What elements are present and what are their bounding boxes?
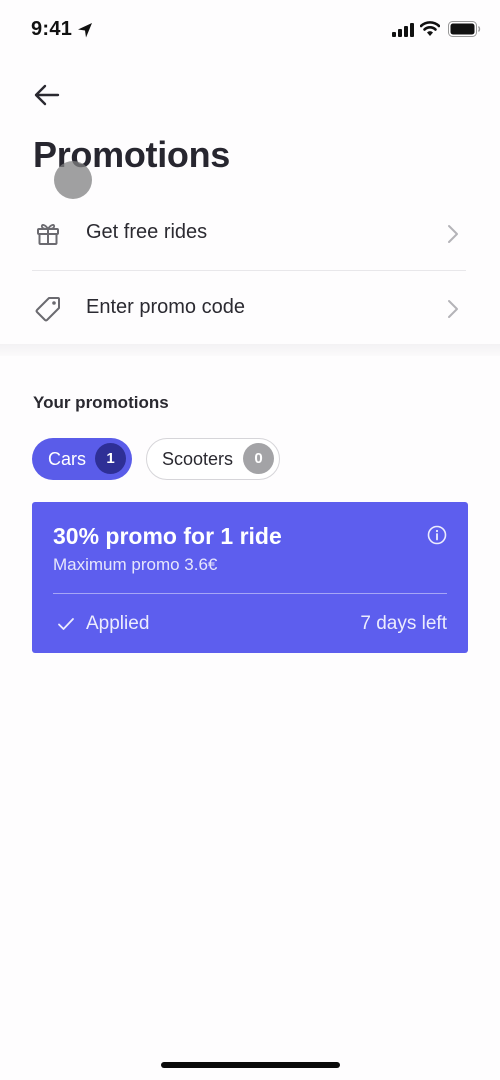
check-icon (58, 618, 74, 630)
home-indicator[interactable] (161, 1062, 340, 1068)
menu-item-get-free-rides[interactable]: Get free rides (32, 198, 466, 270)
tab-label: Cars (48, 449, 87, 469)
cellular-signal-icon (392, 23, 414, 37)
battery-icon (448, 21, 481, 37)
menu-item-label: Enter promo code (86, 296, 245, 318)
menu-item-label: Get free rides (86, 221, 208, 243)
section-title: Your promotions (33, 393, 169, 412)
promo-expiry: 7 days left (360, 613, 447, 634)
count-badge: 0 (243, 443, 274, 474)
menu-item-enter-promo-code[interactable]: Enter promo code (32, 273, 466, 345)
tab-label: Scooters (162, 449, 234, 469)
tab-scooters[interactable]: Scooters 0 (146, 438, 280, 480)
gift-icon (37, 224, 59, 245)
section-separator (0, 344, 500, 356)
chevron-right-icon (448, 225, 458, 243)
tab-cars[interactable]: Cars 1 (32, 438, 132, 480)
arrow-left-icon (34, 84, 60, 106)
status-time: 9:41 (31, 18, 73, 40)
back-button[interactable] (30, 80, 64, 110)
chevron-right-icon (448, 300, 458, 318)
wifi-icon (420, 21, 440, 36)
promo-card[interactable]: 30% promo for 1 ride Maximum promo 3.6€ … (32, 502, 468, 653)
count-badge: 1 (95, 443, 126, 474)
promo-status: Applied (86, 613, 150, 634)
touch-indicator (54, 161, 92, 199)
promo-subtitle: Maximum promo 3.6€ (53, 555, 218, 574)
tag-icon (35, 297, 60, 322)
divider (32, 270, 466, 271)
promo-divider (53, 593, 447, 594)
promo-title: 30% promo for 1 ride (53, 523, 282, 549)
info-circle-icon[interactable] (426, 524, 448, 546)
status-bar: 9:41 (0, 0, 500, 60)
location-arrow-icon (78, 23, 92, 38)
